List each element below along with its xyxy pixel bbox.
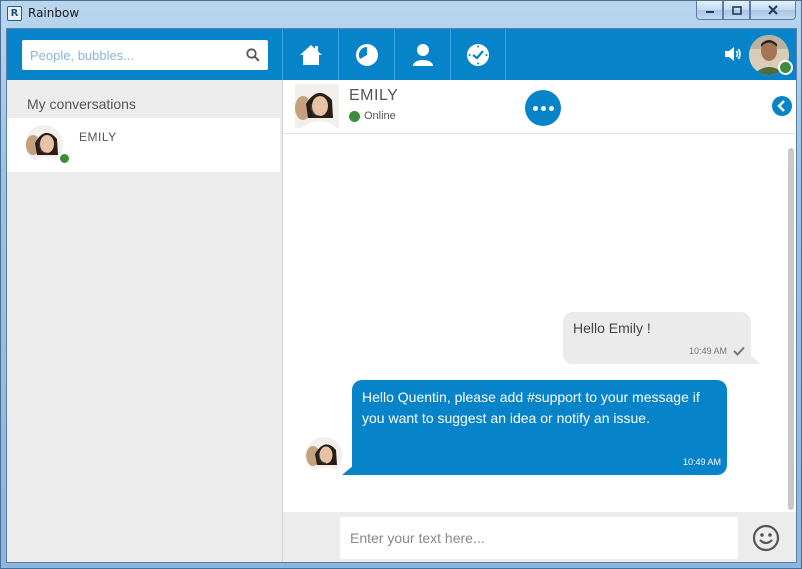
search-box xyxy=(22,40,268,70)
presence-badge xyxy=(58,152,71,165)
maximize-icon xyxy=(731,5,742,15)
contact-photo-icon xyxy=(295,84,339,128)
incoming-message: Hello Quentin, please add #support to yo… xyxy=(342,380,727,475)
bubble-tail xyxy=(749,354,761,364)
contact-photo-icon xyxy=(306,437,342,473)
nav-activity[interactable] xyxy=(450,29,506,80)
dot-icon xyxy=(540,105,546,111)
outgoing-message: Hello Emily ! 10:49 AM xyxy=(563,312,761,364)
message-composer xyxy=(283,512,796,562)
dot-icon xyxy=(532,105,538,111)
chat-header: EMILY Online xyxy=(283,80,796,134)
contact-avatar[interactable] xyxy=(295,84,339,128)
search-input[interactable] xyxy=(22,40,242,70)
message-time: 10:49 AM xyxy=(682,457,721,467)
rainbow-app-icon: R xyxy=(7,6,22,21)
read-check-icon xyxy=(733,346,745,356)
scrollbar[interactable] xyxy=(788,148,794,510)
message-list: Hello Emily ! 10:49 AM Hello Quentin, pl… xyxy=(283,134,796,512)
maximize-button[interactable] xyxy=(723,1,750,20)
close-button[interactable] xyxy=(750,1,796,20)
more-options-button[interactable] xyxy=(525,90,561,126)
close-icon xyxy=(768,5,778,15)
conversation-name: EMILY xyxy=(79,130,117,144)
message-text: Hello Quentin, please add #support to yo… xyxy=(362,389,700,426)
title-bar[interactable]: R Rainbow xyxy=(1,1,801,27)
chevron-left-icon xyxy=(777,100,785,112)
contacts-icon xyxy=(412,43,433,66)
speaker-icon[interactable] xyxy=(724,45,742,63)
dot-icon xyxy=(548,105,554,111)
conversations-title: My conversations xyxy=(27,96,136,112)
nav-home[interactable] xyxy=(282,29,338,80)
window-title: Rainbow xyxy=(28,6,80,20)
minimize-icon xyxy=(705,11,714,13)
top-bar xyxy=(7,29,796,80)
message-text: Hello Emily ! xyxy=(573,320,651,336)
collapse-button[interactable] xyxy=(772,96,792,116)
bubble-tail xyxy=(342,465,354,475)
nav-contacts[interactable] xyxy=(394,29,450,80)
app-window: R Rainbow People, bubbles... My conversa… xyxy=(0,0,802,569)
app-client-area: My conversations EMILY xyxy=(6,28,797,563)
main-nav xyxy=(282,29,506,80)
contact-name: EMILY xyxy=(349,87,399,104)
presence-dot xyxy=(349,111,360,122)
message-input[interactable] xyxy=(340,517,738,559)
conversation-item[interactable]: EMILY xyxy=(7,118,280,172)
my-presence-badge xyxy=(778,60,793,75)
clock-check-icon xyxy=(467,43,489,66)
conversations-panel: My conversations EMILY xyxy=(7,80,283,562)
nav-recents[interactable] xyxy=(338,29,394,80)
contact-status: Online xyxy=(364,110,396,122)
message-time: 10:49 AM xyxy=(688,346,727,356)
minimize-button[interactable] xyxy=(696,1,723,20)
emoji-icon[interactable] xyxy=(752,524,780,552)
sender-avatar xyxy=(306,437,342,473)
window-controls xyxy=(696,1,796,20)
conversations-icon xyxy=(355,43,378,66)
home-icon xyxy=(299,44,322,65)
search-icon[interactable] xyxy=(246,48,260,62)
